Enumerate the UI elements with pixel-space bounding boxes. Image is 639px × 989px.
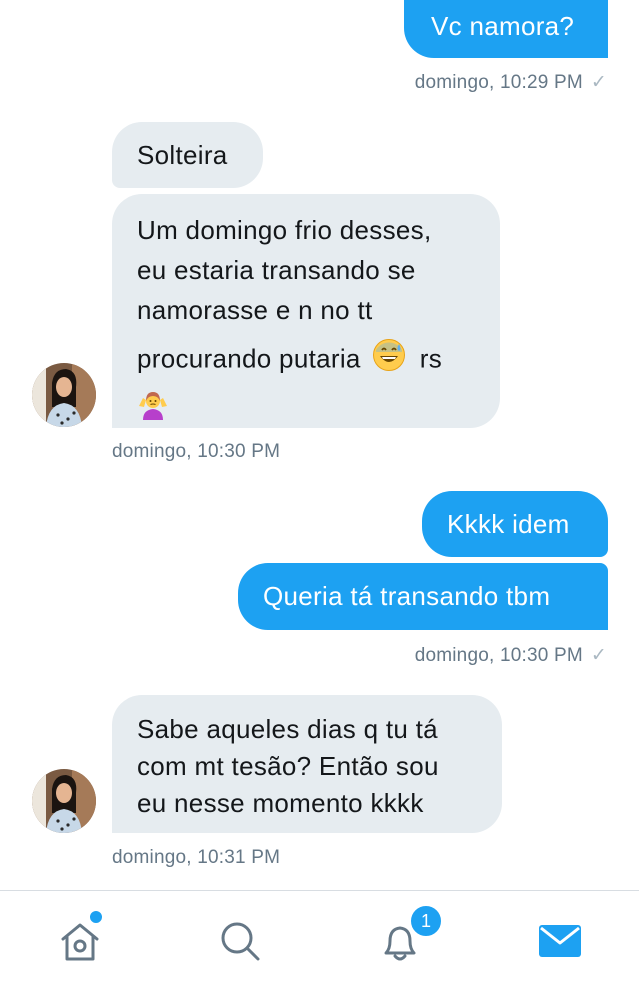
message-timestamp: domingo, 10:30 PM ✓ — [414, 645, 607, 666]
message-text: Vc namora? — [431, 11, 575, 41]
search-icon — [221, 922, 260, 961]
tab-home[interactable] — [0, 891, 160, 989]
message-timestamp: domingo, 10:29 PM ✓ — [414, 72, 607, 93]
message-line: com mt tesão? Então sou — [137, 751, 439, 781]
envelope-icon — [539, 925, 581, 957]
message-bubble-incoming[interactable]: Solteira — [112, 122, 263, 188]
message-bubble-incoming[interactable]: Sabe aqueles dias q tu tá com mt tesão? … — [112, 695, 502, 833]
message-text: Solteira — [137, 140, 228, 170]
bottom-tab-bar: 1 — [0, 890, 639, 989]
message-bubble-outgoing[interactable]: Kkkk idem — [422, 491, 608, 557]
home-icon — [61, 923, 99, 961]
message-line: eu estaria transando se — [137, 255, 416, 285]
sender-avatar[interactable] — [32, 363, 96, 427]
message-bubble-outgoing[interactable]: Vc namora? — [404, 0, 608, 58]
message-timestamp: domingo, 10:31 PM — [112, 847, 281, 868]
notification-count-badge: 1 — [409, 904, 443, 938]
message-line: Sabe aqueles dias q tu tá — [137, 714, 438, 744]
message-bubble-incoming[interactable]: Um domingo frio desses, eu estaria trans… — [112, 194, 500, 428]
message-line: procurando putaria rs — [137, 338, 500, 383]
tab-messages[interactable] — [480, 891, 639, 989]
person-shrugging-emoji — [137, 388, 169, 431]
grinning-sweat-emoji — [372, 338, 406, 383]
message-text: Queria tá transando tbm — [263, 581, 551, 611]
message-text: Kkkk idem — [447, 509, 570, 539]
message-line: Um domingo frio desses, — [137, 215, 432, 245]
message-line: namorasse e n no tt — [137, 295, 373, 325]
message-line — [137, 387, 500, 431]
tab-notifications[interactable]: 1 — [320, 891, 480, 989]
message-timestamp: domingo, 10:30 PM — [112, 441, 281, 462]
dm-conversation-screen: Vc namora? domingo, 10:29 PM ✓ Solteira U… — [0, 0, 639, 989]
sent-check-icon: ✓ — [590, 645, 607, 666]
sender-avatar[interactable] — [32, 769, 96, 833]
unread-dot-indicator — [88, 909, 104, 925]
message-bubble-outgoing[interactable]: Queria tá transando tbm — [238, 563, 608, 630]
tab-search[interactable] — [160, 891, 320, 989]
message-line: eu nesse momento kkkk — [137, 788, 424, 818]
sent-check-icon: ✓ — [590, 72, 607, 93]
